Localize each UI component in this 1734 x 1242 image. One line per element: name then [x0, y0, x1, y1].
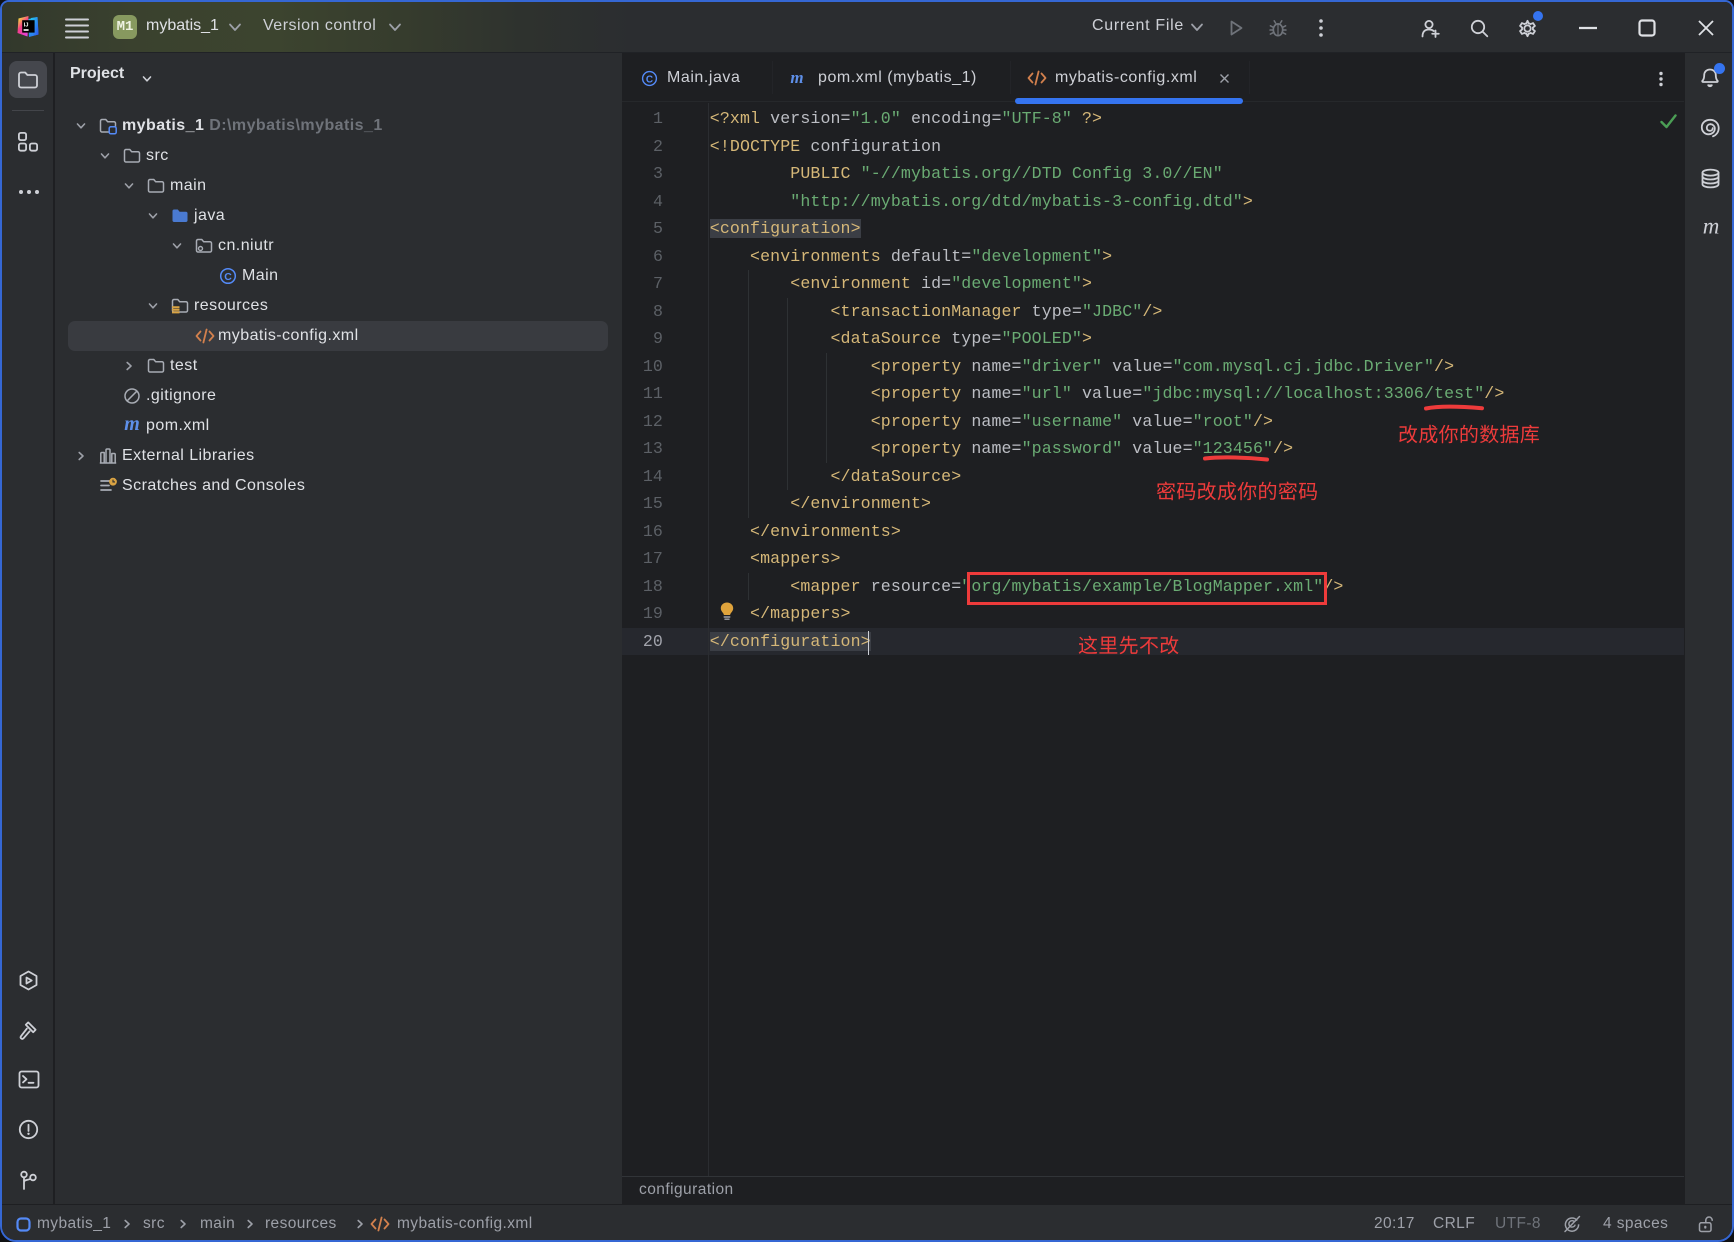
svg-text:m: m: [1703, 214, 1720, 239]
svg-text:C: C: [224, 271, 232, 283]
svg-text:m: m: [124, 416, 140, 434]
svg-text:IJ: IJ: [24, 23, 29, 29]
